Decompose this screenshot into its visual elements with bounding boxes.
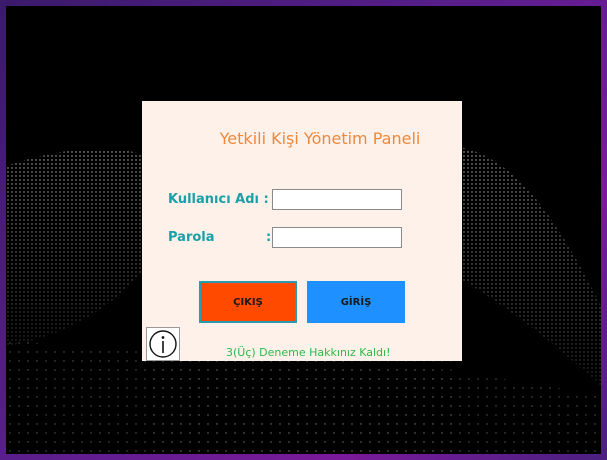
login-button[interactable]: GİRİŞ (307, 281, 405, 323)
attempts-status: 3(Üç) Deneme Hakkınız Kaldı! (226, 346, 391, 359)
username-label: Kullanıcı Adı : (168, 192, 269, 207)
login-panel: Yetkili Kişi Yönetim Paneli Kullanıcı Ad… (142, 101, 462, 361)
password-label: Parola (168, 230, 215, 245)
password-input[interactable] (272, 227, 402, 248)
info-icon (149, 330, 177, 358)
exit-button-label: ÇIKIŞ (233, 296, 263, 308)
panel-title: Yetkili Kişi Yönetim Paneli (219, 129, 421, 148)
login-window: Yetkili Kişi Yönetim Paneli Kullanıcı Ad… (6, 6, 601, 454)
exit-button[interactable]: ÇIKIŞ (199, 281, 297, 323)
username-input[interactable] (272, 189, 402, 210)
login-button-label: GİRİŞ (340, 296, 372, 308)
info-button[interactable] (146, 327, 180, 361)
password-colon: : (266, 230, 272, 245)
